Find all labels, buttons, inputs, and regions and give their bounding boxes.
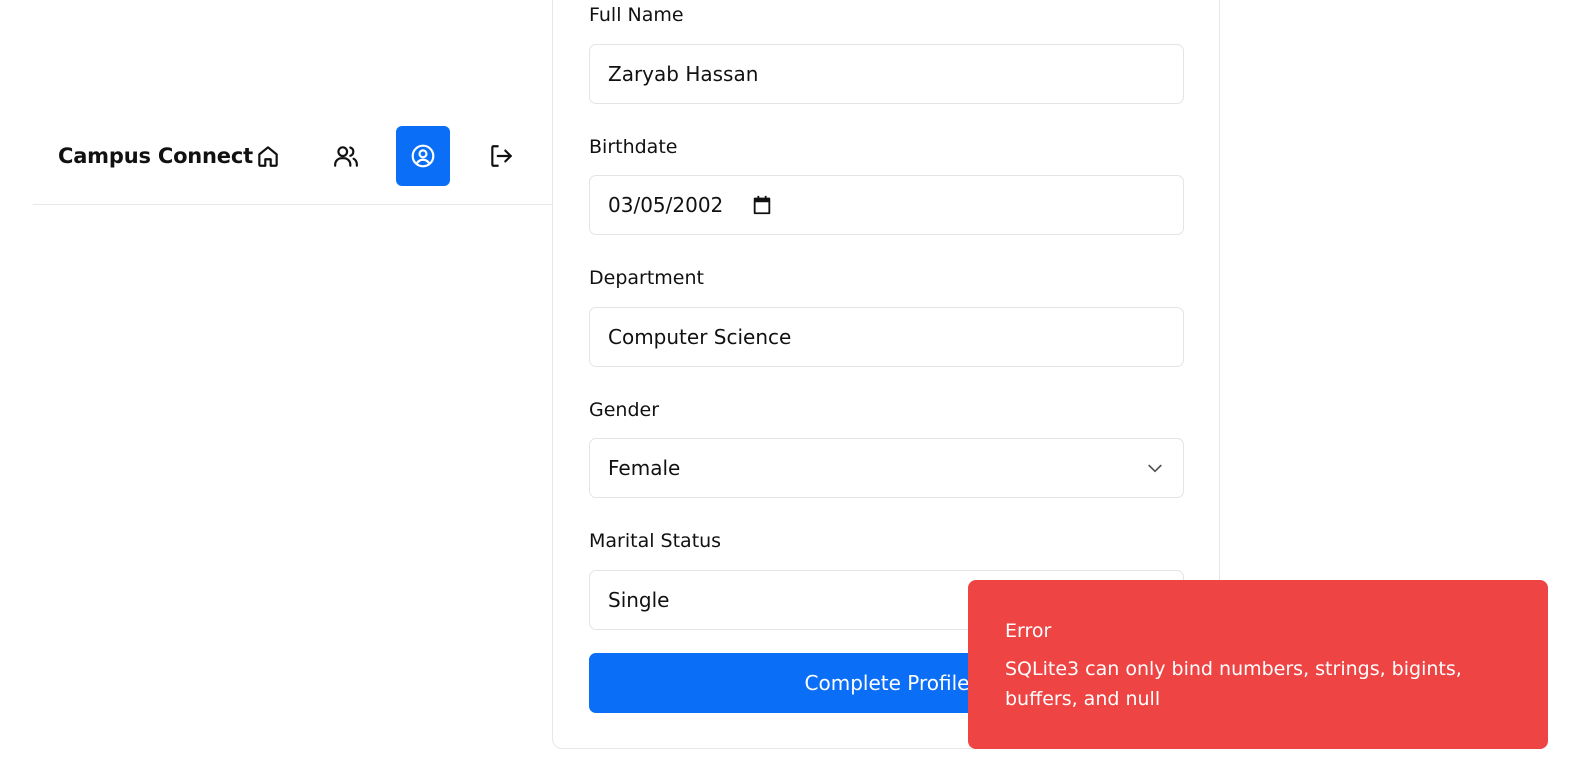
logout-icon [491, 145, 512, 167]
marital-status-value: Single [608, 588, 670, 612]
home-icon [258, 146, 278, 167]
toast-title: Error [1005, 620, 1052, 642]
gender-label: Gender [589, 399, 660, 421]
brand-title: Campus Connect [58, 144, 253, 168]
user-circle-icon [411, 144, 435, 168]
chevron-down-icon [1148, 464, 1162, 473]
users-icon [334, 146, 358, 167]
page: Campus Connect Full Name Zaryab Hassan B… [0, 0, 1575, 758]
full-name-input[interactable] [589, 44, 1184, 104]
nav-profile-button[interactable] [396, 126, 450, 186]
top-nav: Campus Connect [33, 126, 552, 205]
birthdate-input[interactable]: 03/05/2002 [589, 175, 1184, 235]
department-input[interactable] [589, 307, 1184, 367]
department-label: Department [589, 267, 704, 289]
nav-users-button[interactable] [319, 126, 373, 186]
birthdate-value: 03/05/2002 [608, 193, 724, 217]
nav-home-button[interactable] [241, 126, 295, 186]
error-toast[interactable]: Error SQLite3 can only bind numbers, str… [968, 580, 1548, 749]
full-name-label: Full Name [589, 4, 684, 26]
birthdate-label: Birthdate [589, 136, 678, 158]
nav-logout-button[interactable] [474, 126, 528, 186]
gender-select[interactable]: Female [589, 438, 1184, 498]
marital-status-label: Marital Status [589, 530, 722, 552]
toast-message: SQLite3 can only bind numbers, strings, … [1005, 658, 1462, 710]
gender-value: Female [608, 456, 681, 480]
calendar-icon[interactable] [751, 194, 773, 216]
